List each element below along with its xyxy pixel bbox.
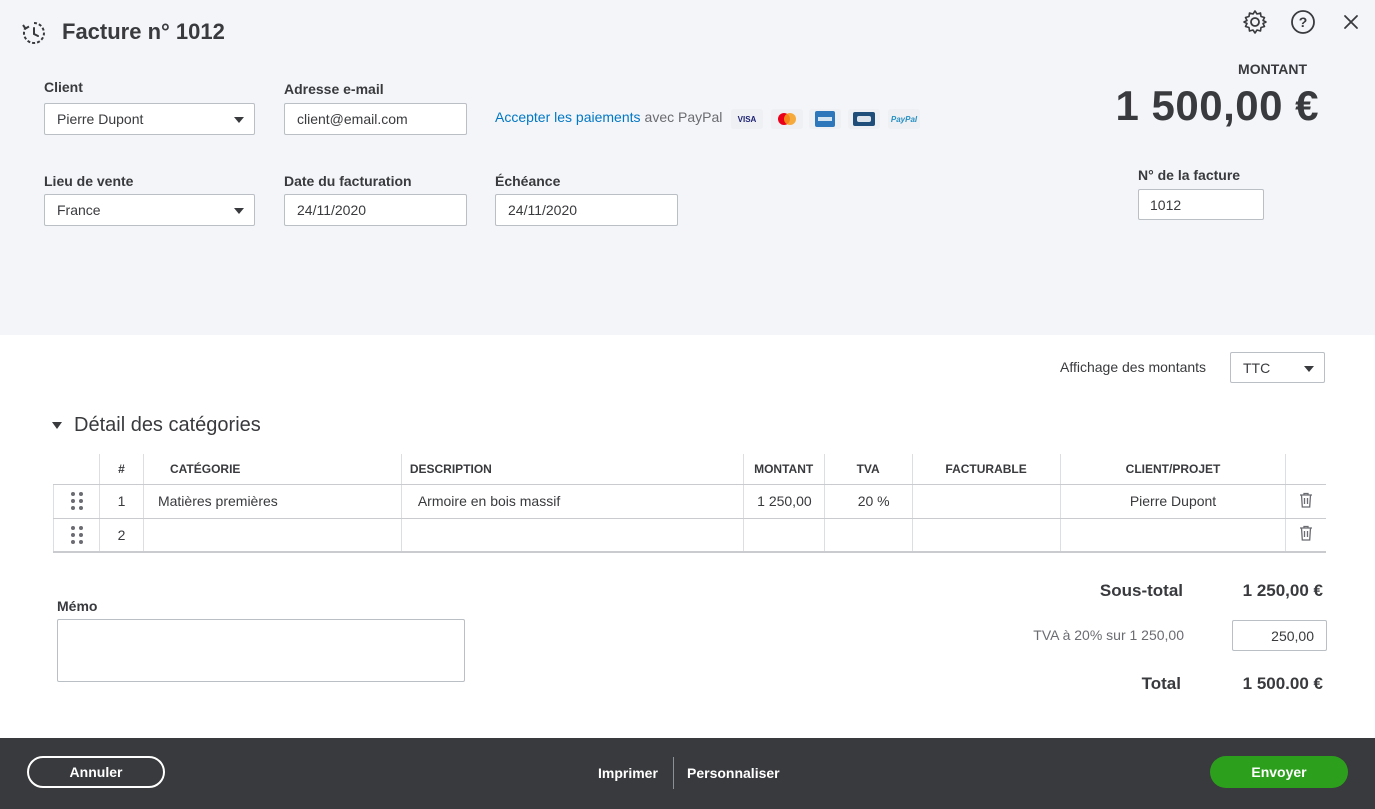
footer-divider (673, 757, 674, 789)
row-category[interactable]: Matières premières (142, 484, 402, 519)
col-number: # (98, 454, 144, 485)
col-client-project: CLIENT/PROJET (1059, 454, 1286, 485)
col-description: DESCRIPTION (400, 454, 744, 485)
table-header: # CATÉGORIE DESCRIPTION MONTANT TVA FACT… (53, 454, 1326, 485)
invoice-number-value: 1012 (1150, 196, 1182, 213)
row-number: 2 (98, 518, 144, 553)
invoice-number-field[interactable]: 1012 (1138, 189, 1264, 220)
paypal-text: avec PayPal (644, 109, 723, 125)
sale-location-select[interactable]: France (44, 194, 255, 226)
tva-label: TVA à 20% sur 1 250,00 (1033, 627, 1184, 643)
accept-payments-link[interactable]: Accepter les paiements (495, 109, 641, 125)
memo-label: Mémo (57, 598, 98, 614)
cancel-button[interactable]: Annuler (27, 756, 165, 788)
col-amount: MONTANT (742, 454, 825, 485)
category-details-toggle[interactable]: Détail des catégories (52, 414, 261, 437)
row-amount[interactable] (742, 518, 825, 553)
gear-icon[interactable] (1241, 8, 1269, 36)
subtotal-value: 1 250,00 € (1242, 581, 1323, 600)
email-label: Adresse e-mail (284, 81, 384, 97)
amount-display-value: TTC (1243, 359, 1271, 376)
due-date-label: Échéance (495, 173, 561, 189)
row-billable[interactable] (911, 518, 1061, 553)
subtotal-label: Sous-total (1099, 581, 1183, 600)
invoice-date-label: Date du facturation (284, 173, 412, 189)
row-category[interactable] (142, 518, 402, 553)
row-description[interactable]: Armoire en bois massif (400, 484, 744, 519)
amount-label: MONTANT (1238, 61, 1307, 77)
table-row[interactable]: 2 (53, 518, 1326, 553)
customize-button[interactable]: Personnaliser (687, 765, 780, 781)
col-drag (53, 454, 100, 485)
cb-card-icon (848, 109, 880, 129)
tva-amount-value: 250,00 (1271, 627, 1314, 644)
total-label: Total (1141, 674, 1181, 693)
footer-bar: Annuler Imprimer Personnaliser Envoyer (0, 738, 1375, 809)
history-icon[interactable] (20, 19, 48, 47)
tva-amount-field[interactable]: 250,00 (1232, 620, 1327, 651)
row-description[interactable] (400, 518, 744, 553)
amount-display-select[interactable]: TTC (1230, 352, 1325, 383)
row-tva[interactable] (823, 518, 913, 553)
due-date-field[interactable]: 24/11/2020 (495, 194, 678, 226)
amex-card-icon (809, 109, 841, 129)
caret-down-icon (52, 422, 62, 429)
memo-textarea[interactable] (57, 619, 465, 682)
visa-card-icon: VISA (731, 109, 763, 129)
svg-text:?: ? (1299, 14, 1308, 30)
amount-display-label: Affichage des montants (1060, 359, 1207, 375)
drag-handle-icon[interactable] (53, 484, 100, 519)
invoice-number-label: N° de la facture (1138, 167, 1241, 183)
paypal-accept: Accepter les paiements avec PayPal (495, 109, 722, 125)
row-client-project[interactable]: Pierre Dupont (1059, 484, 1286, 519)
close-icon[interactable] (1337, 8, 1365, 36)
trash-icon[interactable] (1285, 484, 1326, 519)
table-row[interactable]: 1 Matières premières Armoire en bois mas… (53, 484, 1326, 519)
row-tva[interactable]: 20 % (823, 484, 913, 519)
print-button[interactable]: Imprimer (598, 765, 658, 781)
trash-icon[interactable] (1285, 518, 1326, 553)
invoice-date-value: 24/11/2020 (297, 202, 367, 218)
page-title: Facture n° 1012 (62, 19, 225, 44)
send-button[interactable]: Envoyer (1210, 756, 1348, 788)
sale-location-value: France (57, 202, 101, 218)
row-billable[interactable] (911, 484, 1061, 519)
client-select[interactable]: Pierre Dupont (44, 103, 255, 135)
due-date-value: 24/11/2020 (508, 202, 578, 218)
mastercard-icon (771, 109, 803, 129)
category-details-title: Détail des catégories (74, 414, 261, 436)
col-tva: TVA (823, 454, 913, 485)
sale-location-label: Lieu de vente (44, 173, 134, 189)
col-actions (1285, 454, 1326, 485)
invoice-date-field[interactable]: 24/11/2020 (284, 194, 467, 226)
help-icon[interactable]: ? (1289, 8, 1317, 36)
drag-handle-icon[interactable] (53, 518, 100, 553)
amount-value: 1 500,00 € (1115, 82, 1319, 129)
row-client-project[interactable] (1059, 518, 1286, 553)
email-value: client@email.com (297, 111, 408, 127)
row-number: 1 (98, 484, 144, 519)
row-amount[interactable]: 1 250,00 (742, 484, 825, 519)
col-category: CATÉGORIE (142, 454, 402, 485)
category-table: # CATÉGORIE DESCRIPTION MONTANT TVA FACT… (53, 454, 1326, 553)
total-value: 1 500.00 € (1242, 674, 1323, 693)
email-field[interactable]: client@email.com (284, 103, 467, 135)
paypal-card-icon: PayPal (888, 109, 920, 129)
client-value: Pierre Dupont (57, 111, 144, 127)
client-label: Client (44, 79, 83, 95)
col-billable: FACTURABLE (911, 454, 1061, 485)
